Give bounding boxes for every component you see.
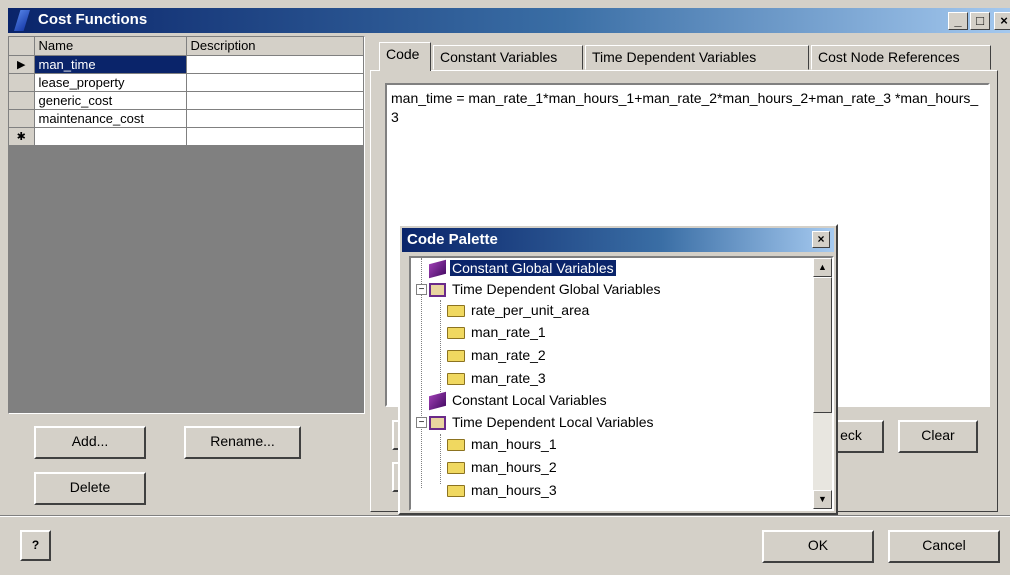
cell-description[interactable]: [186, 109, 364, 128]
cost-function-grid[interactable]: Name Description ▶ man_time lease_proper…: [8, 36, 365, 414]
rename-button[interactable]: Rename...: [184, 426, 301, 459]
ok-button[interactable]: OK: [762, 530, 874, 563]
cell-name[interactable]: [34, 127, 187, 146]
cost-functions-window: Cost Functions _ □ × Name Description ▶ …: [0, 0, 1010, 575]
tree-guide: [421, 418, 422, 488]
folder-icon: [447, 462, 465, 475]
table-row[interactable]: ▶ man_time: [9, 55, 364, 74]
palette-title-bar[interactable]: Code Palette ×: [402, 228, 834, 252]
title-bar[interactable]: Cost Functions _ □ ×: [8, 8, 1010, 33]
row-marker[interactable]: [9, 109, 35, 128]
row-marker[interactable]: ▶: [9, 55, 35, 74]
palette-close-button[interactable]: ×: [812, 231, 830, 248]
scroll-up-icon[interactable]: ▲: [813, 258, 832, 277]
folder-icon: [447, 439, 465, 452]
window-title: Cost Functions: [38, 11, 148, 28]
cell-description[interactable]: [186, 91, 364, 110]
row-marker[interactable]: [9, 73, 35, 92]
delete-button[interactable]: Delete: [34, 472, 146, 505]
tab-code[interactable]: Code: [379, 42, 431, 71]
tree-item-variable[interactable]: man_rate_3: [447, 368, 548, 389]
variable-tree[interactable]: Constant Global Variables − Time Depende…: [409, 256, 834, 511]
scroll-down-icon[interactable]: ▼: [813, 490, 832, 509]
cell-name[interactable]: man_time: [34, 55, 187, 74]
tree-item-variable[interactable]: man_rate_1: [447, 322, 548, 343]
tree-item-time-dependent-local[interactable]: Time Dependent Local Variables: [429, 412, 656, 433]
code-palette-window[interactable]: Code Palette × Constant Global Variables…: [398, 224, 838, 515]
column-header-name[interactable]: Name: [34, 37, 187, 56]
tree-item-variable[interactable]: rate_per_unit_area: [447, 300, 591, 321]
tree-guide: [421, 258, 422, 418]
book-icon: [429, 392, 446, 411]
open-book-icon: [429, 283, 446, 298]
folder-icon: [447, 327, 465, 340]
app-icon: [14, 10, 30, 31]
tab-constant-variables[interactable]: Constant Variables: [433, 45, 583, 70]
help-icon[interactable]: ?: [20, 530, 51, 561]
folder-icon: [447, 350, 465, 363]
column-header-description[interactable]: Description: [186, 37, 364, 56]
close-button[interactable]: ×: [994, 12, 1010, 30]
book-icon: [429, 260, 446, 279]
tree-item-variable[interactable]: man_hours_3: [447, 480, 559, 501]
row-selector-header: [9, 37, 35, 56]
tree-guide: [440, 434, 441, 484]
minimize-button[interactable]: _: [948, 12, 968, 30]
clear-button[interactable]: Clear: [898, 420, 978, 453]
tree-guide: [440, 300, 441, 392]
folder-icon: [447, 373, 465, 386]
cell-description[interactable]: [186, 55, 364, 74]
cell-description[interactable]: [186, 73, 364, 92]
tree-item-time-dependent-global[interactable]: Time Dependent Global Variables: [429, 279, 663, 300]
scroll-thumb[interactable]: [813, 277, 832, 413]
tab-cost-node-references[interactable]: Cost Node References: [811, 45, 991, 70]
tree-item-variable[interactable]: man_rate_2: [447, 345, 548, 366]
tree-item-variable[interactable]: man_hours_1: [447, 434, 559, 455]
open-book-icon: [429, 416, 446, 431]
tab-time-dependent-variables[interactable]: Time Dependent Variables: [585, 45, 809, 70]
folder-icon: [447, 305, 465, 318]
cell-name[interactable]: lease_property: [34, 73, 187, 92]
palette-title: Code Palette: [407, 231, 498, 248]
maximize-button[interactable]: □: [970, 12, 990, 30]
new-row[interactable]: ✱: [9, 127, 364, 146]
cell-description[interactable]: [186, 127, 364, 146]
tree-item-variable[interactable]: man_hours_2: [447, 457, 559, 478]
new-row-marker[interactable]: ✱: [9, 127, 35, 146]
collapse-icon[interactable]: −: [416, 284, 427, 295]
table-row[interactable]: generic_cost: [9, 91, 364, 110]
collapse-icon[interactable]: −: [416, 417, 427, 428]
footer-separator: [0, 515, 1010, 517]
row-marker[interactable]: [9, 91, 35, 110]
cell-name[interactable]: generic_cost: [34, 91, 187, 110]
cell-name[interactable]: maintenance_cost: [34, 109, 187, 128]
table-row[interactable]: lease_property: [9, 73, 364, 92]
tree-item-constant-local[interactable]: Constant Local Variables: [429, 390, 609, 411]
cancel-button[interactable]: Cancel: [888, 530, 1000, 563]
palette-scrollbar[interactable]: ▲ ▼: [813, 258, 832, 509]
table-row[interactable]: maintenance_cost: [9, 109, 364, 128]
folder-icon: [447, 485, 465, 498]
tree-item-constant-global[interactable]: Constant Global Variables: [429, 258, 616, 279]
add-button[interactable]: Add...: [34, 426, 146, 459]
